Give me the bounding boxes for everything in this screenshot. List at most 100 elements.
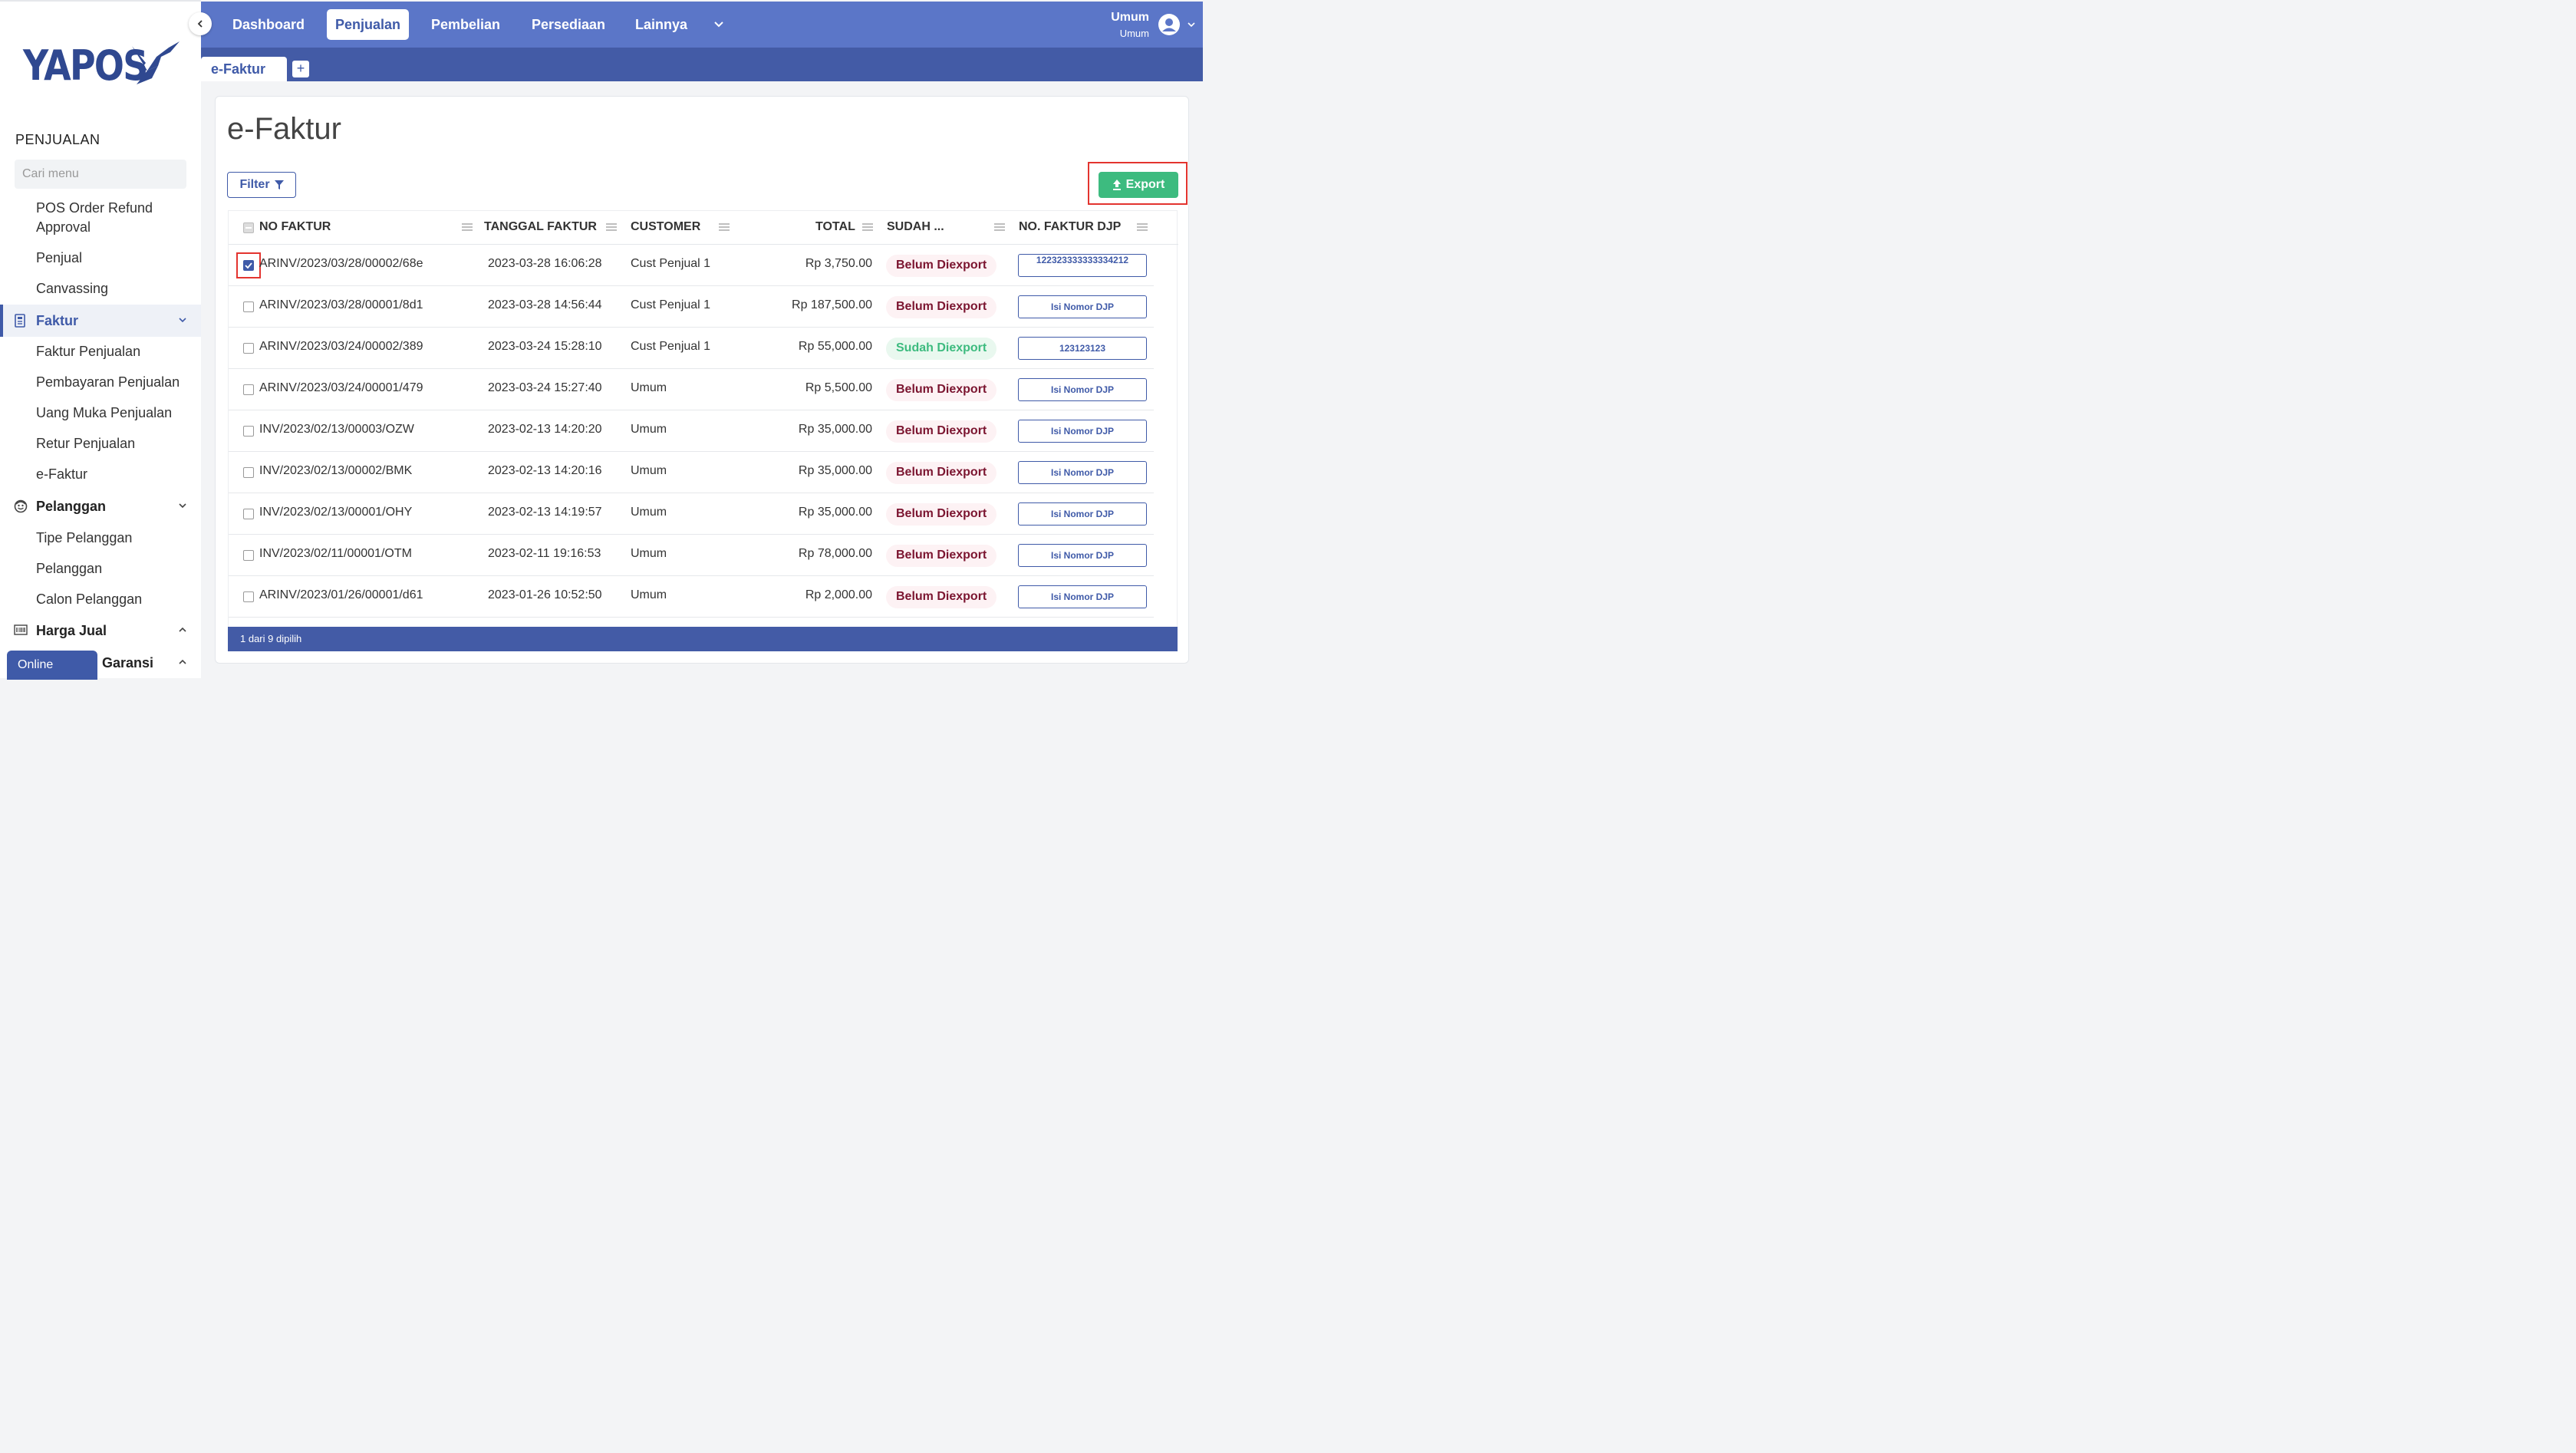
djp-number-button[interactable]: Isi Nomor DJP xyxy=(1018,461,1147,484)
status-badge: Belum Diexport xyxy=(886,296,997,318)
status-badge: Belum Diexport xyxy=(886,545,997,567)
table-row[interactable]: ARINV/2023/03/28/00002/68e 2023-03-28 16… xyxy=(229,245,1154,286)
djp-number-button[interactable]: 122323333333334212 xyxy=(1018,254,1147,277)
nav-pembelian[interactable]: Pembelian xyxy=(423,9,509,40)
table-header: NO FAKTUR TANGGAL FAKTUR CUSTOMER TOTAL … xyxy=(229,211,1178,245)
user-name: Umum xyxy=(1111,11,1149,24)
sidebar-group-faktur[interactable]: Faktur xyxy=(0,305,201,337)
djp-number-button[interactable]: Isi Nomor DJP xyxy=(1018,420,1147,443)
table-row[interactable]: ARINV/2023/03/24/00002/389 2023-03-24 15… xyxy=(229,328,1154,369)
tab-bar xyxy=(201,48,1203,81)
cell-tanggal: 2023-02-11 19:16:53 xyxy=(488,547,601,560)
column-menu-icon[interactable] xyxy=(1137,223,1148,231)
row-checkbox[interactable] xyxy=(243,260,254,271)
sidebar-item-uang-muka-penjualan[interactable]: Uang Muka Penjualan xyxy=(36,404,172,423)
menu-search[interactable] xyxy=(15,160,186,189)
tab-e-faktur[interactable]: e-Faktur xyxy=(201,57,287,81)
table-row[interactable]: ARINV/2023/03/24/00001/479 2023-03-24 15… xyxy=(229,369,1154,410)
cell-tanggal: 2023-03-24 15:28:10 xyxy=(488,340,602,353)
chevron-left-icon xyxy=(197,20,203,28)
row-checkbox[interactable] xyxy=(243,550,254,561)
filter-button[interactable]: Filter xyxy=(227,172,296,198)
sidebar-item-pos-order-refund-approval[interactable]: POS Order Refund Approval xyxy=(36,199,153,237)
sidebar-group-harga-jual[interactable]: Harga Jual xyxy=(0,614,201,647)
row-checkbox[interactable] xyxy=(243,467,254,478)
column-header-total[interactable]: TOTAL xyxy=(815,220,855,234)
select-all-checkbox[interactable] xyxy=(243,222,254,233)
status-badge: Belum Diexport xyxy=(886,503,997,526)
filter-label: Filter xyxy=(239,178,270,191)
column-header-no-faktur[interactable]: NO FAKTUR xyxy=(259,220,331,234)
table-row[interactable]: INV/2023/02/13/00001/OHY 2023-02-13 14:1… xyxy=(229,493,1154,535)
cell-no-faktur: INV/2023/02/13/00002/BMK xyxy=(259,464,413,477)
barcode-icon xyxy=(14,624,28,635)
row-checkbox[interactable] xyxy=(243,426,254,437)
column-header-customer[interactable]: CUSTOMER xyxy=(631,220,700,234)
sidebar-item-canvassing[interactable]: Canvassing xyxy=(36,279,108,298)
sidebar-collapse-button[interactable] xyxy=(189,12,212,35)
djp-number-button[interactable]: Isi Nomor DJP xyxy=(1018,544,1147,567)
efaktur-table: NO FAKTUR TANGGAL FAKTUR CUSTOMER TOTAL … xyxy=(228,210,1178,627)
column-header-status[interactable]: SUDAH ... xyxy=(887,220,944,234)
cell-total: Rp 2,000.00 xyxy=(805,588,872,601)
chevron-down-icon xyxy=(179,318,186,323)
table-row[interactable]: ARINV/2023/03/28/00001/8d1 2023-03-28 14… xyxy=(229,286,1154,328)
column-menu-icon[interactable] xyxy=(462,223,473,231)
sidebar-group-pelanggan[interactable]: Pelanggan xyxy=(0,490,201,522)
row-checkbox[interactable] xyxy=(243,384,254,395)
chevron-down-icon[interactable] xyxy=(713,18,724,29)
nav-persediaan[interactable]: Persediaan xyxy=(523,9,614,40)
row-checkbox[interactable] xyxy=(243,343,254,354)
cell-no-faktur: INV/2023/02/11/00001/OTM xyxy=(259,547,412,560)
cell-customer: Cust Penjual 1 xyxy=(631,340,711,353)
sidebar-item-tipe-pelanggan[interactable]: Tipe Pelanggan xyxy=(36,529,132,548)
column-menu-icon[interactable] xyxy=(862,223,873,231)
status-badge: Belum Diexport xyxy=(886,379,997,401)
cell-customer: Umum xyxy=(631,381,667,394)
column-menu-icon[interactable] xyxy=(606,223,617,231)
user-avatar-icon[interactable] xyxy=(1158,14,1180,35)
sidebar-item-calon-pelanggan[interactable]: Calon Pelanggan xyxy=(36,590,142,609)
sidebar-item-penjual[interactable]: Penjual xyxy=(36,249,82,268)
nav-lainnya[interactable]: Lainnya xyxy=(627,9,696,40)
sidebar-item-pembayaran-penjualan[interactable]: Pembayaran Penjualan xyxy=(36,373,180,392)
status-badge: Belum Diexport xyxy=(886,586,997,608)
row-checkbox[interactable] xyxy=(243,509,254,519)
row-checkbox[interactable] xyxy=(243,301,254,312)
column-menu-icon[interactable] xyxy=(719,223,730,231)
column-menu-icon[interactable] xyxy=(994,223,1005,231)
sidebar-item-e-faktur[interactable]: e-Faktur xyxy=(36,465,87,484)
export-button[interactable]: Export xyxy=(1099,172,1178,198)
cell-no-faktur: ARINV/2023/03/24/00001/479 xyxy=(259,381,423,394)
row-checkbox[interactable] xyxy=(243,591,254,602)
sidebar-item-retur-penjualan[interactable]: Retur Penjualan xyxy=(36,434,135,453)
cell-total: Rp 55,000.00 xyxy=(798,340,872,353)
nav-penjualan[interactable]: Penjualan xyxy=(327,9,410,40)
online-status-badge[interactable]: Online xyxy=(7,651,97,680)
djp-number-button[interactable]: Isi Nomor DJP xyxy=(1018,295,1147,318)
chevron-down-icon[interactable] xyxy=(1188,21,1195,28)
sidebar-item-faktur-penjualan[interactable]: Faktur Penjualan xyxy=(36,342,140,361)
djp-number-button[interactable]: 123123123 xyxy=(1018,337,1147,360)
nav-dashboard[interactable]: Dashboard xyxy=(224,9,313,40)
table-row[interactable]: INV/2023/02/11/00001/OTM 2023-02-11 19:1… xyxy=(229,535,1154,576)
yapos-logo[interactable]: YAPOS xyxy=(23,41,180,90)
djp-number-button[interactable]: Isi Nomor DJP xyxy=(1018,378,1147,401)
invoice-icon xyxy=(15,314,25,328)
table-row[interactable]: INV/2023/02/13/00002/BMK 2023-02-13 14:2… xyxy=(229,452,1154,493)
column-header-tanggal-faktur[interactable]: TANGGAL FAKTUR xyxy=(484,220,597,234)
indeterminate-mark xyxy=(245,227,252,229)
cell-total: Rp 78,000.00 xyxy=(798,547,872,560)
djp-number-button[interactable]: Isi Nomor DJP xyxy=(1018,502,1147,526)
status-badge: Sudah Diexport xyxy=(886,338,997,360)
table-row[interactable]: INV/2023/02/13/00003/OZW 2023-02-13 14:2… xyxy=(229,410,1154,452)
sidebar-item-pelanggan[interactable]: Pelanggan xyxy=(36,559,102,578)
column-header-no-faktur-djp[interactable]: NO. FAKTUR DJP xyxy=(1019,220,1121,234)
djp-number-button[interactable]: Isi Nomor DJP xyxy=(1018,585,1147,608)
page-title: e-Faktur xyxy=(227,112,341,146)
menu-search-input[interactable] xyxy=(22,167,181,181)
user-role: Umum xyxy=(1119,28,1149,39)
sidebar-section-title: PENJUALAN xyxy=(15,132,100,147)
add-tab-button[interactable]: + xyxy=(292,61,309,77)
table-row[interactable]: ARINV/2023/01/26/00001/d61 2023-01-26 10… xyxy=(229,576,1154,618)
